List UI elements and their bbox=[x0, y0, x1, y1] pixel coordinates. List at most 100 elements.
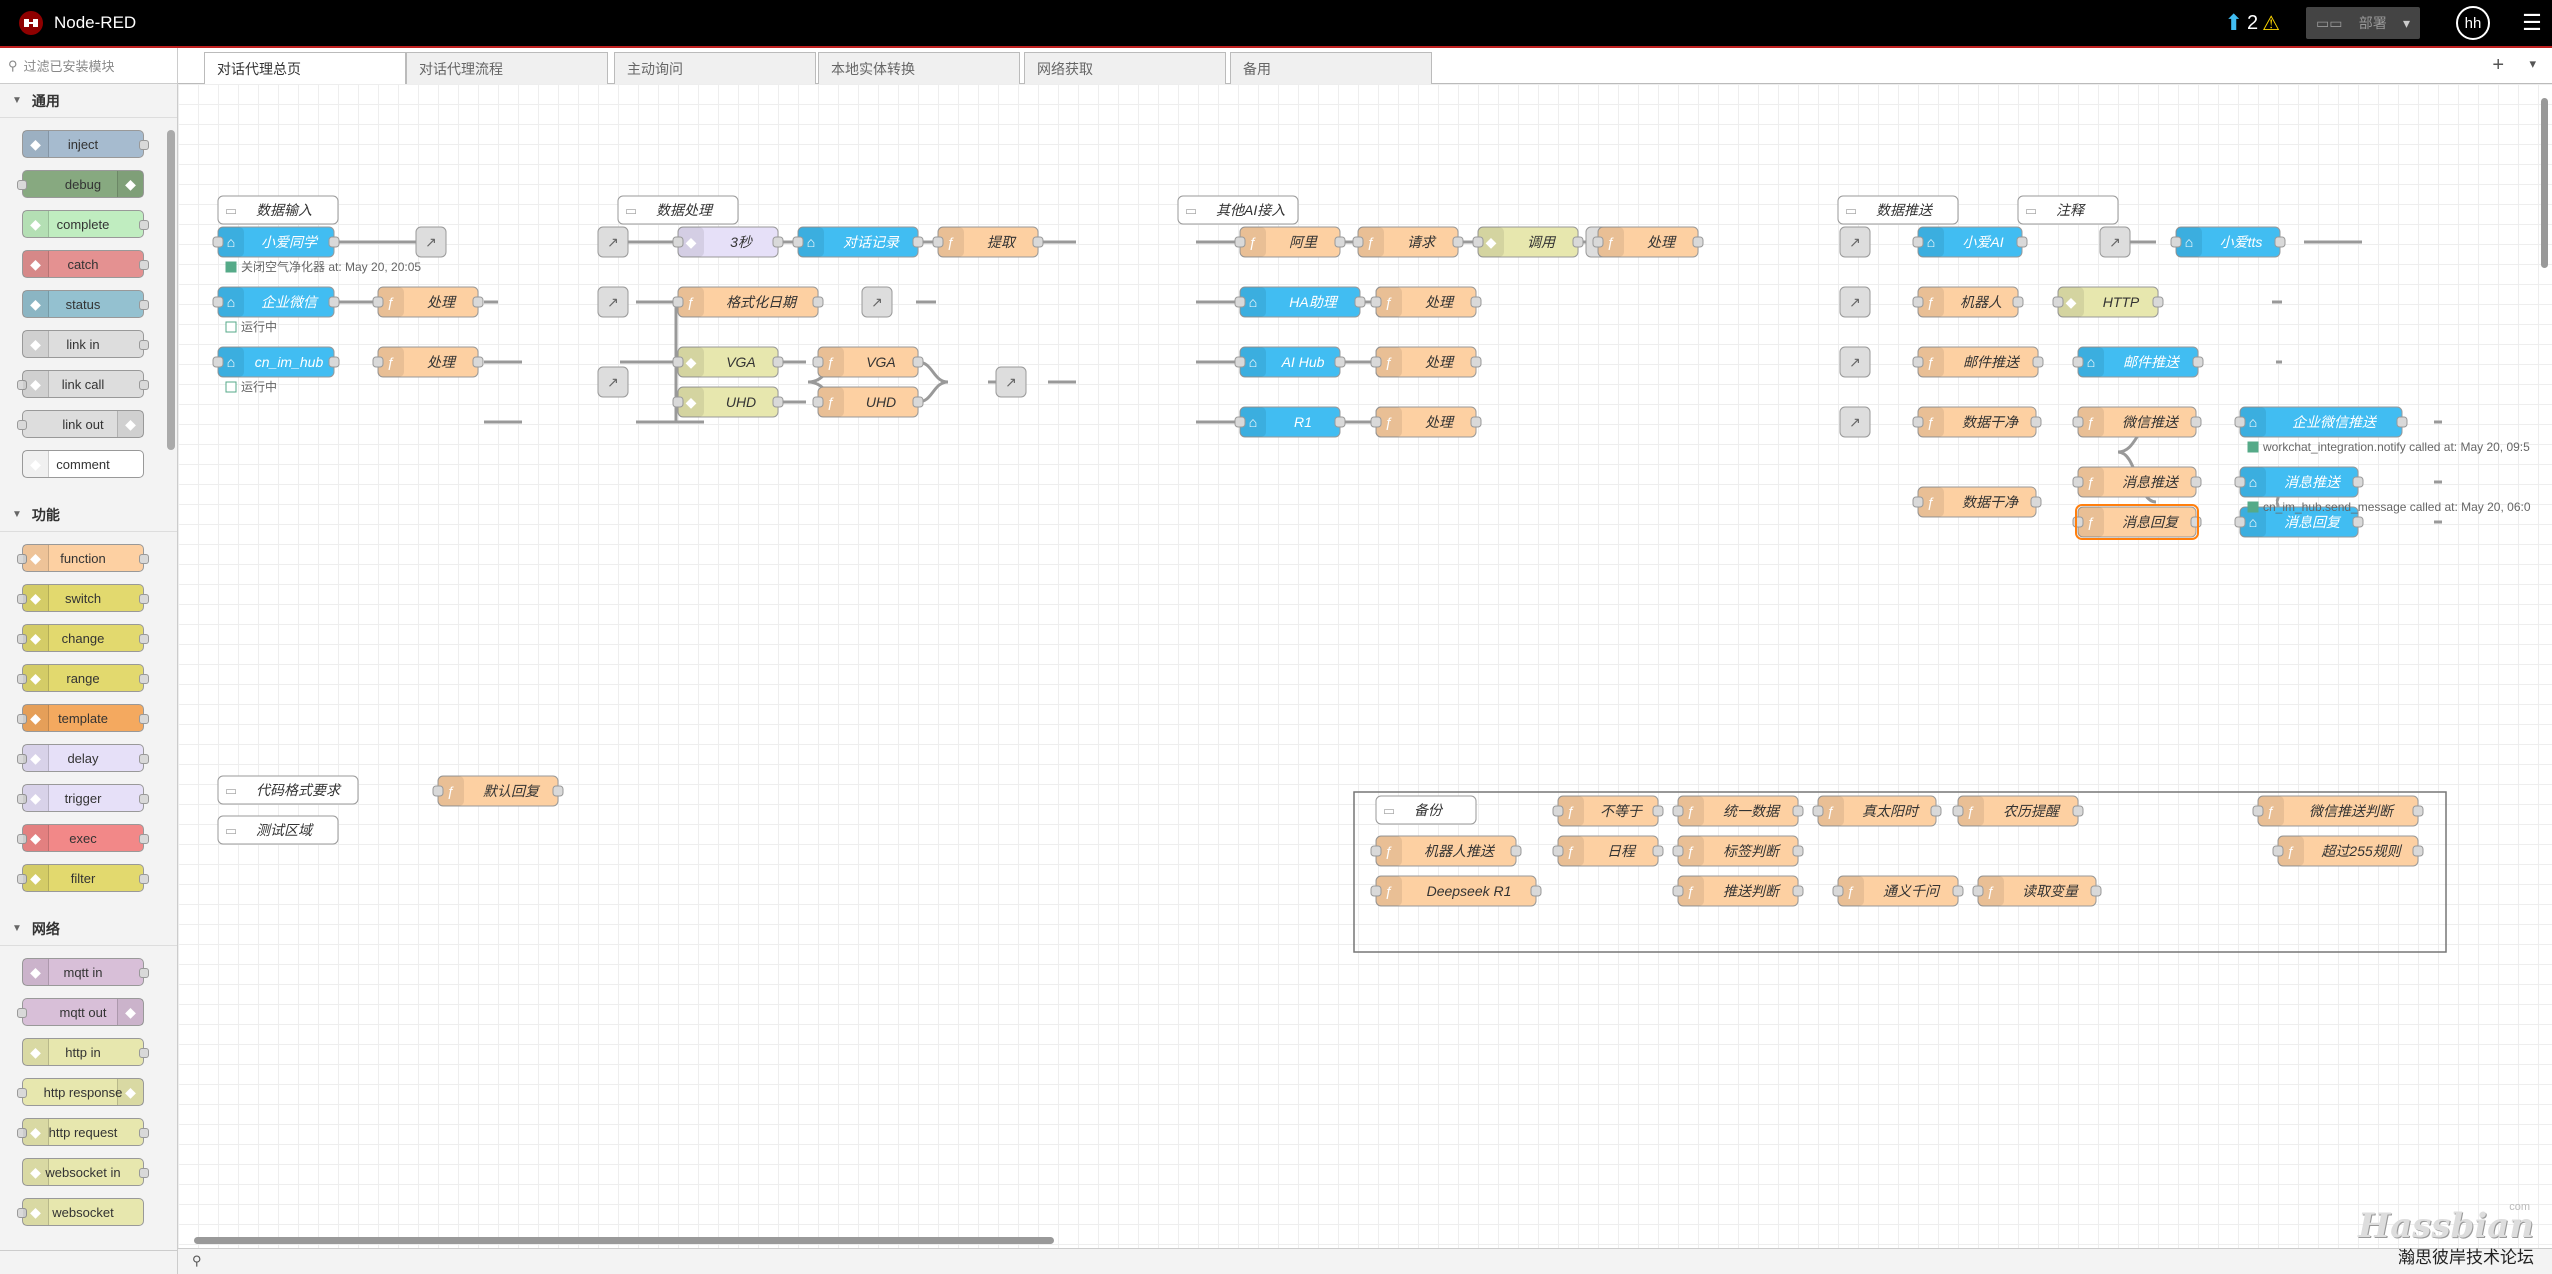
output-port[interactable] bbox=[812, 296, 824, 308]
comment-node[interactable]: ▭ 备份 bbox=[1375, 795, 1477, 825]
flow-node[interactable]: ƒ 机器人 bbox=[1912, 286, 2024, 318]
output-port[interactable] bbox=[1354, 296, 1366, 308]
palette-scrollbar[interactable] bbox=[167, 130, 175, 450]
flow-node[interactable]: ƒ 农历提醒 bbox=[1952, 795, 2084, 827]
output-port[interactable] bbox=[912, 356, 924, 368]
input-port[interactable] bbox=[1912, 356, 1924, 368]
input-port[interactable] bbox=[1812, 805, 1824, 817]
output-port[interactable] bbox=[2412, 805, 2424, 817]
input-port[interactable] bbox=[672, 296, 684, 308]
palette-node[interactable]: ◆ delay bbox=[17, 744, 149, 772]
input-port[interactable] bbox=[1912, 496, 1924, 508]
input-port[interactable] bbox=[1370, 416, 1382, 428]
palette-node[interactable]: ◆ websocket bbox=[17, 1198, 144, 1226]
output-port[interactable] bbox=[328, 356, 340, 368]
flow-node[interactable]: ƒ 微信推送判断 bbox=[2252, 795, 2424, 827]
palette-node[interactable]: ◆ link in bbox=[22, 330, 149, 358]
flow-node[interactable]: ◆ UHD bbox=[672, 386, 784, 418]
input-port[interactable] bbox=[1234, 296, 1246, 308]
input-port[interactable] bbox=[932, 236, 944, 248]
user-avatar[interactable]: hh bbox=[2456, 6, 2490, 40]
input-port[interactable] bbox=[2052, 296, 2064, 308]
palette-node[interactable]: ◆ complete bbox=[22, 210, 149, 238]
link-node[interactable]: ↗ bbox=[597, 286, 629, 318]
flow-node[interactable]: ⌂ HA助理 bbox=[1234, 286, 1366, 318]
deploy-dropdown-icon[interactable]: ▾ bbox=[2403, 15, 2410, 32]
input-port[interactable] bbox=[672, 356, 684, 368]
palette-node[interactable]: http response ◆ bbox=[17, 1078, 144, 1106]
output-port[interactable] bbox=[2090, 885, 2102, 897]
output-port[interactable] bbox=[2190, 416, 2202, 428]
flow-node[interactable]: ◆ HTTP bbox=[2052, 286, 2164, 318]
link-node[interactable]: ↗ bbox=[1839, 406, 1871, 438]
input-port[interactable] bbox=[2234, 416, 2246, 428]
flow-node[interactable]: ƒ 标签判断 bbox=[1672, 835, 1804, 867]
palette-category[interactable]: ▼ 通用 bbox=[0, 84, 177, 118]
link-node[interactable]: ↗ bbox=[995, 366, 1027, 398]
output-port[interactable] bbox=[328, 236, 340, 248]
flow-node[interactable]: ƒ 推送判断 bbox=[1672, 875, 1804, 907]
input-port[interactable] bbox=[672, 396, 684, 408]
flow-node[interactable]: ƒ 请求 bbox=[1352, 226, 1464, 258]
output-port[interactable] bbox=[2190, 516, 2202, 528]
input-port[interactable] bbox=[2072, 416, 2084, 428]
palette-node[interactable]: ◆ status bbox=[22, 290, 149, 318]
output-port[interactable] bbox=[912, 236, 924, 248]
link-node[interactable]: ↗ bbox=[597, 226, 629, 258]
input-port[interactable] bbox=[2072, 516, 2084, 528]
link-node[interactable]: ↗ bbox=[597, 366, 629, 398]
flow-node[interactable]: ƒ 处理 bbox=[1370, 406, 1482, 438]
input-port[interactable] bbox=[2170, 236, 2182, 248]
output-port[interactable] bbox=[1334, 356, 1346, 368]
input-port[interactable] bbox=[1234, 416, 1246, 428]
palette-category[interactable]: ▼ 功能 bbox=[0, 498, 177, 532]
input-port[interactable] bbox=[432, 785, 444, 797]
flow-node[interactable]: ⌂ R1 bbox=[1234, 406, 1346, 438]
input-port[interactable] bbox=[1912, 236, 1924, 248]
palette-search-input[interactable]: ⚲ 过滤已安装模块 bbox=[0, 48, 177, 84]
flow-diagram[interactable]: ↗↗↗↗↗↗↗↗↗↗↗↗↗↗↗↗↗↗↗↗▭数据输入▭数据处理▭其他AI接入▭数据… bbox=[178, 84, 2552, 1248]
palette-node[interactable]: ◆ filter bbox=[17, 864, 149, 892]
output-port[interactable] bbox=[2032, 356, 2044, 368]
palette-node[interactable]: ◆ switch bbox=[17, 584, 149, 612]
flow-node[interactable]: ƒ 处理 bbox=[1592, 226, 1704, 258]
palette-node[interactable]: debug ◆ bbox=[17, 170, 144, 198]
input-port[interactable] bbox=[1972, 885, 1984, 897]
output-port[interactable] bbox=[1334, 236, 1346, 248]
flow-node[interactable]: ƒ 消息回复 bbox=[2072, 506, 2202, 538]
comment-node[interactable]: ▭ 其他AI接入 bbox=[1177, 195, 1299, 225]
tab-item[interactable]: 备用 bbox=[1230, 52, 1432, 84]
tab-item[interactable]: 网络获取 bbox=[1024, 52, 1226, 84]
output-port[interactable] bbox=[552, 785, 564, 797]
input-port[interactable] bbox=[1912, 296, 1924, 308]
flow-node[interactable]: ƒ 处理 bbox=[1370, 286, 1482, 318]
comment-node[interactable]: ▭ 注释 bbox=[2017, 195, 2119, 225]
input-port[interactable] bbox=[1370, 885, 1382, 897]
output-port[interactable] bbox=[1334, 416, 1346, 428]
input-port[interactable] bbox=[1952, 805, 1964, 817]
tab-item[interactable]: 对话代理总页 bbox=[204, 52, 406, 85]
flow-node[interactable]: ⌂ 对话记录 bbox=[792, 226, 924, 258]
output-port[interactable] bbox=[772, 356, 784, 368]
flow-node[interactable]: ⌂ 企业微信 bbox=[212, 286, 340, 318]
input-port[interactable] bbox=[372, 296, 384, 308]
input-port[interactable] bbox=[212, 236, 224, 248]
output-port[interactable] bbox=[1510, 845, 1522, 857]
palette-node[interactable]: ◆ inject bbox=[22, 130, 149, 158]
output-port[interactable] bbox=[1470, 416, 1482, 428]
output-port[interactable] bbox=[1792, 845, 1804, 857]
add-tab-icon[interactable]: + bbox=[2492, 54, 2504, 77]
output-port[interactable] bbox=[2274, 236, 2286, 248]
output-port[interactable] bbox=[1530, 885, 1542, 897]
input-port[interactable] bbox=[1370, 296, 1382, 308]
output-port[interactable] bbox=[472, 296, 484, 308]
link-node[interactable]: ↗ bbox=[1839, 346, 1871, 378]
output-port[interactable] bbox=[328, 296, 340, 308]
output-port[interactable] bbox=[1452, 236, 1464, 248]
link-node[interactable]: ↗ bbox=[415, 226, 447, 258]
flow-node[interactable]: ƒ 处理 bbox=[372, 346, 484, 378]
input-port[interactable] bbox=[1832, 885, 1844, 897]
flow-node[interactable]: ƒ 机器人推送 bbox=[1370, 835, 1522, 867]
flow-node[interactable]: ƒ 格式化日期 bbox=[672, 286, 824, 318]
output-port[interactable] bbox=[2412, 845, 2424, 857]
